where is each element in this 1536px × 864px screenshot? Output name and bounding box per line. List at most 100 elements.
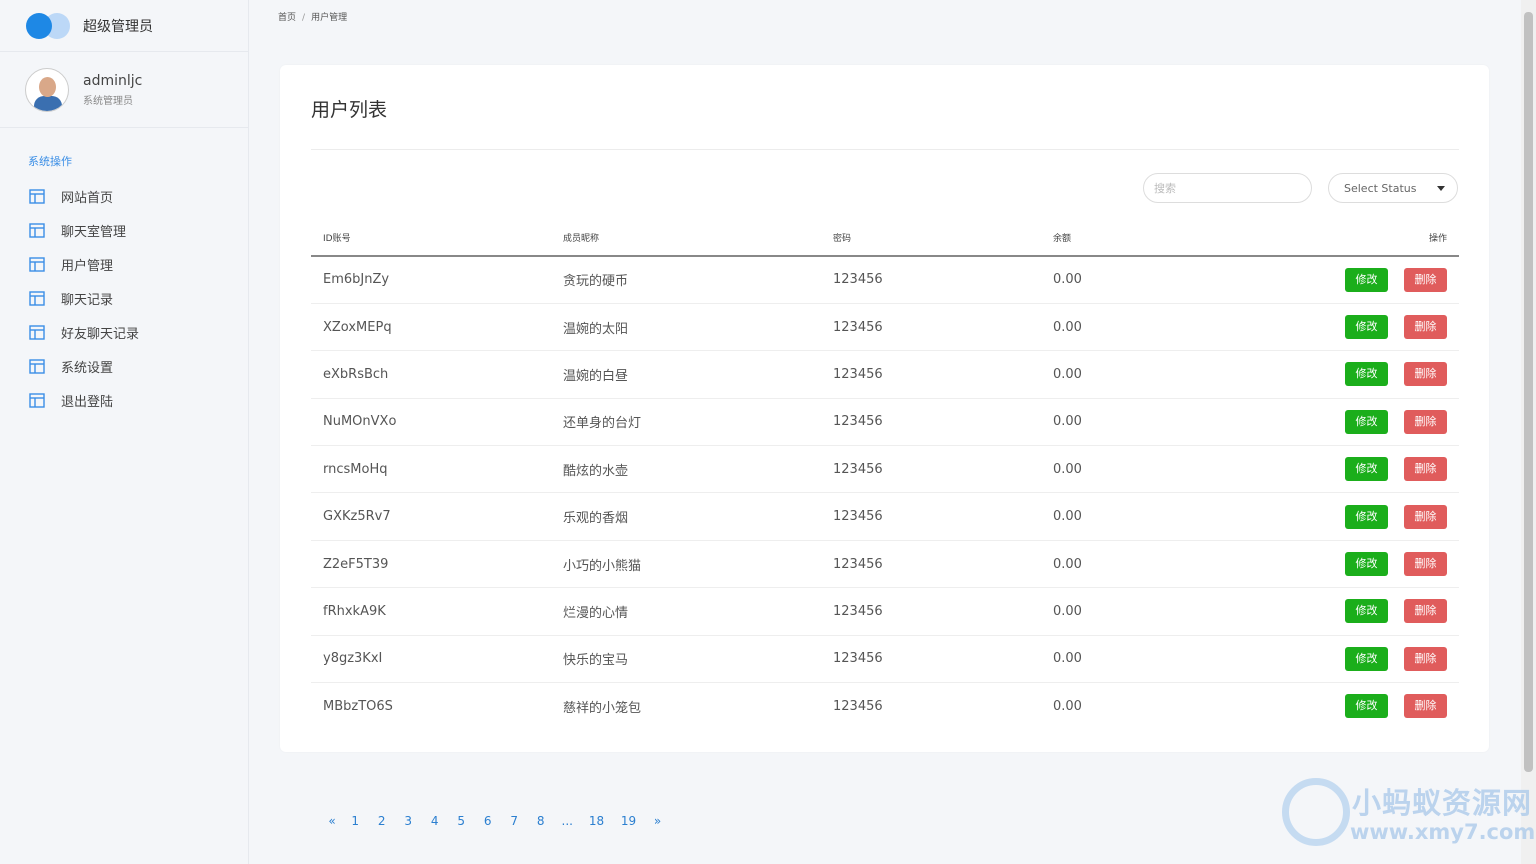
- cell-nickname: 慈祥的小笼包: [563, 700, 642, 716]
- cell-actions: 修改 删除: [1181, 540, 1459, 589]
- table-row: rncsMoHq 酷炫的水壶 123456 0.00 修改 删除: [311, 445, 1459, 494]
- menu-section-title: 系统操作: [28, 155, 72, 168]
- cell-password: 123456: [821, 256, 1041, 304]
- delete-button[interactable]: 删除: [1404, 552, 1447, 577]
- pagination-page[interactable]: 4: [422, 814, 449, 828]
- user-name: adminljc: [83, 72, 143, 89]
- cell-actions: 修改 删除: [1181, 445, 1459, 494]
- status-select[interactable]: Select Status: [1328, 173, 1458, 203]
- cell-actions: 修改 删除: [1181, 303, 1459, 352]
- edit-button[interactable]: 修改: [1345, 315, 1388, 340]
- edit-button[interactable]: 修改: [1345, 362, 1388, 387]
- watermark-logo: [1282, 778, 1350, 846]
- pagination-page[interactable]: 8: [528, 814, 555, 828]
- cell-actions: 修改 删除: [1181, 350, 1459, 399]
- brand-title: 超级管理员: [83, 18, 153, 35]
- pagination-page[interactable]: 7: [501, 814, 528, 828]
- pagination-next[interactable]: »: [645, 814, 671, 828]
- delete-button[interactable]: 删除: [1404, 267, 1447, 292]
- cell-balance: 0.00: [1041, 540, 1181, 589]
- layout-icon: [29, 256, 45, 272]
- pagination-page[interactable]: 6: [475, 814, 502, 828]
- pagination-page[interactable]: 18: [581, 814, 613, 828]
- pagination-prev[interactable]: «: [322, 814, 342, 828]
- cell-password: 123456: [833, 698, 883, 714]
- scrollbar-thumb[interactable]: [1524, 12, 1533, 772]
- cell-nickname: 乐观的香烟: [551, 492, 821, 541]
- delete-button[interactable]: 删除: [1404, 362, 1447, 387]
- delete-button[interactable]: 删除: [1404, 315, 1447, 340]
- status-select-value: Select Status: [1344, 181, 1417, 195]
- table-row: eXbRsBch 温婉的白昼 123456 0.00 修改 删除: [311, 350, 1459, 399]
- table-row: XZoxMEPq 温婉的太阳 123456 0.00 修改 删除: [311, 303, 1459, 352]
- sidebar-item-label: 系统设置: [61, 360, 114, 376]
- cell-balance: 0.00: [1041, 635, 1181, 684]
- cell-nickname: 还单身的台灯: [551, 398, 821, 447]
- cell-actions: 修改 删除: [1181, 492, 1459, 541]
- delete-button[interactable]: 删除: [1404, 457, 1447, 482]
- sidebar-item[interactable]: 好友聊天记录: [0, 315, 248, 349]
- sidebar-item[interactable]: 网站首页: [0, 179, 248, 213]
- cell-id: GXKz5Rv7: [311, 492, 551, 541]
- pagination-page[interactable]: 5: [448, 814, 475, 828]
- breadcrumb: 首页 / 用户管理: [278, 10, 347, 23]
- cell-id: y8gz3KxI: [311, 635, 551, 684]
- cell-id: MBbzTO6S: [323, 698, 393, 714]
- table-header-row: ID账号 成员昵称 密码 余额 操作: [311, 220, 1459, 257]
- cell-id: Z2eF5T39: [311, 540, 551, 589]
- pagination-page[interactable]: 1: [342, 814, 369, 828]
- scrollbar[interactable]: [1521, 0, 1536, 864]
- user-role: 系统管理员: [83, 95, 133, 107]
- cell-id: Em6bJnZy: [311, 256, 551, 304]
- edit-button[interactable]: 修改: [1345, 646, 1388, 671]
- edit-button[interactable]: 修改: [1345, 267, 1388, 292]
- cell-actions: 修改 删除: [1181, 587, 1459, 636]
- caret-down-icon: [1437, 186, 1445, 191]
- breadcrumb-home[interactable]: 首页: [278, 13, 296, 23]
- delete-button[interactable]: 删除: [1404, 599, 1447, 624]
- pagination-ellipsis: ...: [561, 814, 573, 828]
- delete-button[interactable]: 删除: [1404, 694, 1447, 719]
- table-row: y8gz3KxI 快乐的宝马 123456 0.00 修改 删除: [311, 635, 1459, 684]
- watermark-title: 小蚂蚁资源网: [1352, 786, 1533, 820]
- cell-nickname: 小巧的小熊猫: [551, 540, 821, 589]
- delete-button[interactable]: 删除: [1404, 504, 1447, 529]
- pagination-page[interactable]: 2: [369, 814, 396, 828]
- header-nickname[interactable]: 成员昵称: [551, 220, 821, 257]
- header-password[interactable]: 密码: [821, 220, 1041, 257]
- breadcrumb-current: 用户管理: [311, 13, 348, 23]
- cell-password: 123456: [821, 540, 1041, 589]
- header-actions: 操作: [1181, 220, 1459, 257]
- search-input[interactable]: [1143, 173, 1312, 203]
- sidebar-item[interactable]: 用户管理: [0, 247, 248, 281]
- sidebar-item[interactable]: 系统设置: [0, 349, 248, 383]
- edit-button[interactable]: 修改: [1345, 599, 1388, 624]
- brand-bar: 超级管理员: [0, 0, 248, 52]
- edit-button[interactable]: 修改: [1345, 457, 1388, 482]
- sidebar-menu: 网站首页聊天室管理用户管理聊天记录 好友聊天记录系统设置退出登陆: [0, 179, 248, 417]
- cell-actions: 修改 删除: [1181, 635, 1459, 684]
- delete-button[interactable]: 删除: [1404, 646, 1447, 671]
- table-row: fRhxkA9K 烂漫的心情 123456 0.00 修改 删除: [311, 587, 1459, 636]
- edit-button[interactable]: 修改: [1345, 504, 1388, 529]
- pagination-page[interactable]: 3: [395, 814, 422, 828]
- cell-nickname: 温婉的太阳: [551, 303, 821, 352]
- sidebar-item-label: 聊天室管理: [61, 224, 127, 240]
- sidebar-item[interactable]: 聊天记录: [0, 281, 248, 315]
- edit-button[interactable]: 修改: [1345, 552, 1388, 577]
- sidebar-item[interactable]: 退出登陆: [0, 383, 248, 417]
- header-id[interactable]: ID账号: [311, 220, 551, 257]
- avatar[interactable]: [25, 67, 69, 112]
- cell-id: rncsMoHq: [311, 445, 551, 494]
- pagination-page[interactable]: 19: [613, 814, 645, 828]
- table-row: Z2eF5T39 小巧的小熊猫 123456 0.00 修改 删除: [311, 540, 1459, 589]
- sidebar-item-label: 用户管理: [61, 258, 114, 274]
- cell-actions: 修改 删除: [1181, 398, 1459, 447]
- header-balance[interactable]: 余额: [1041, 220, 1181, 257]
- sidebar: 超级管理员 adminljc 系统管理员 系统操作 网站首页聊天室管理用户管理聊…: [0, 0, 249, 864]
- delete-button[interactable]: 删除: [1404, 409, 1447, 434]
- edit-button[interactable]: 修改: [1345, 694, 1388, 719]
- sidebar-item[interactable]: 聊天室管理: [0, 213, 248, 247]
- edit-button[interactable]: 修改: [1345, 409, 1388, 434]
- cell-balance: 0.00: [1041, 303, 1181, 352]
